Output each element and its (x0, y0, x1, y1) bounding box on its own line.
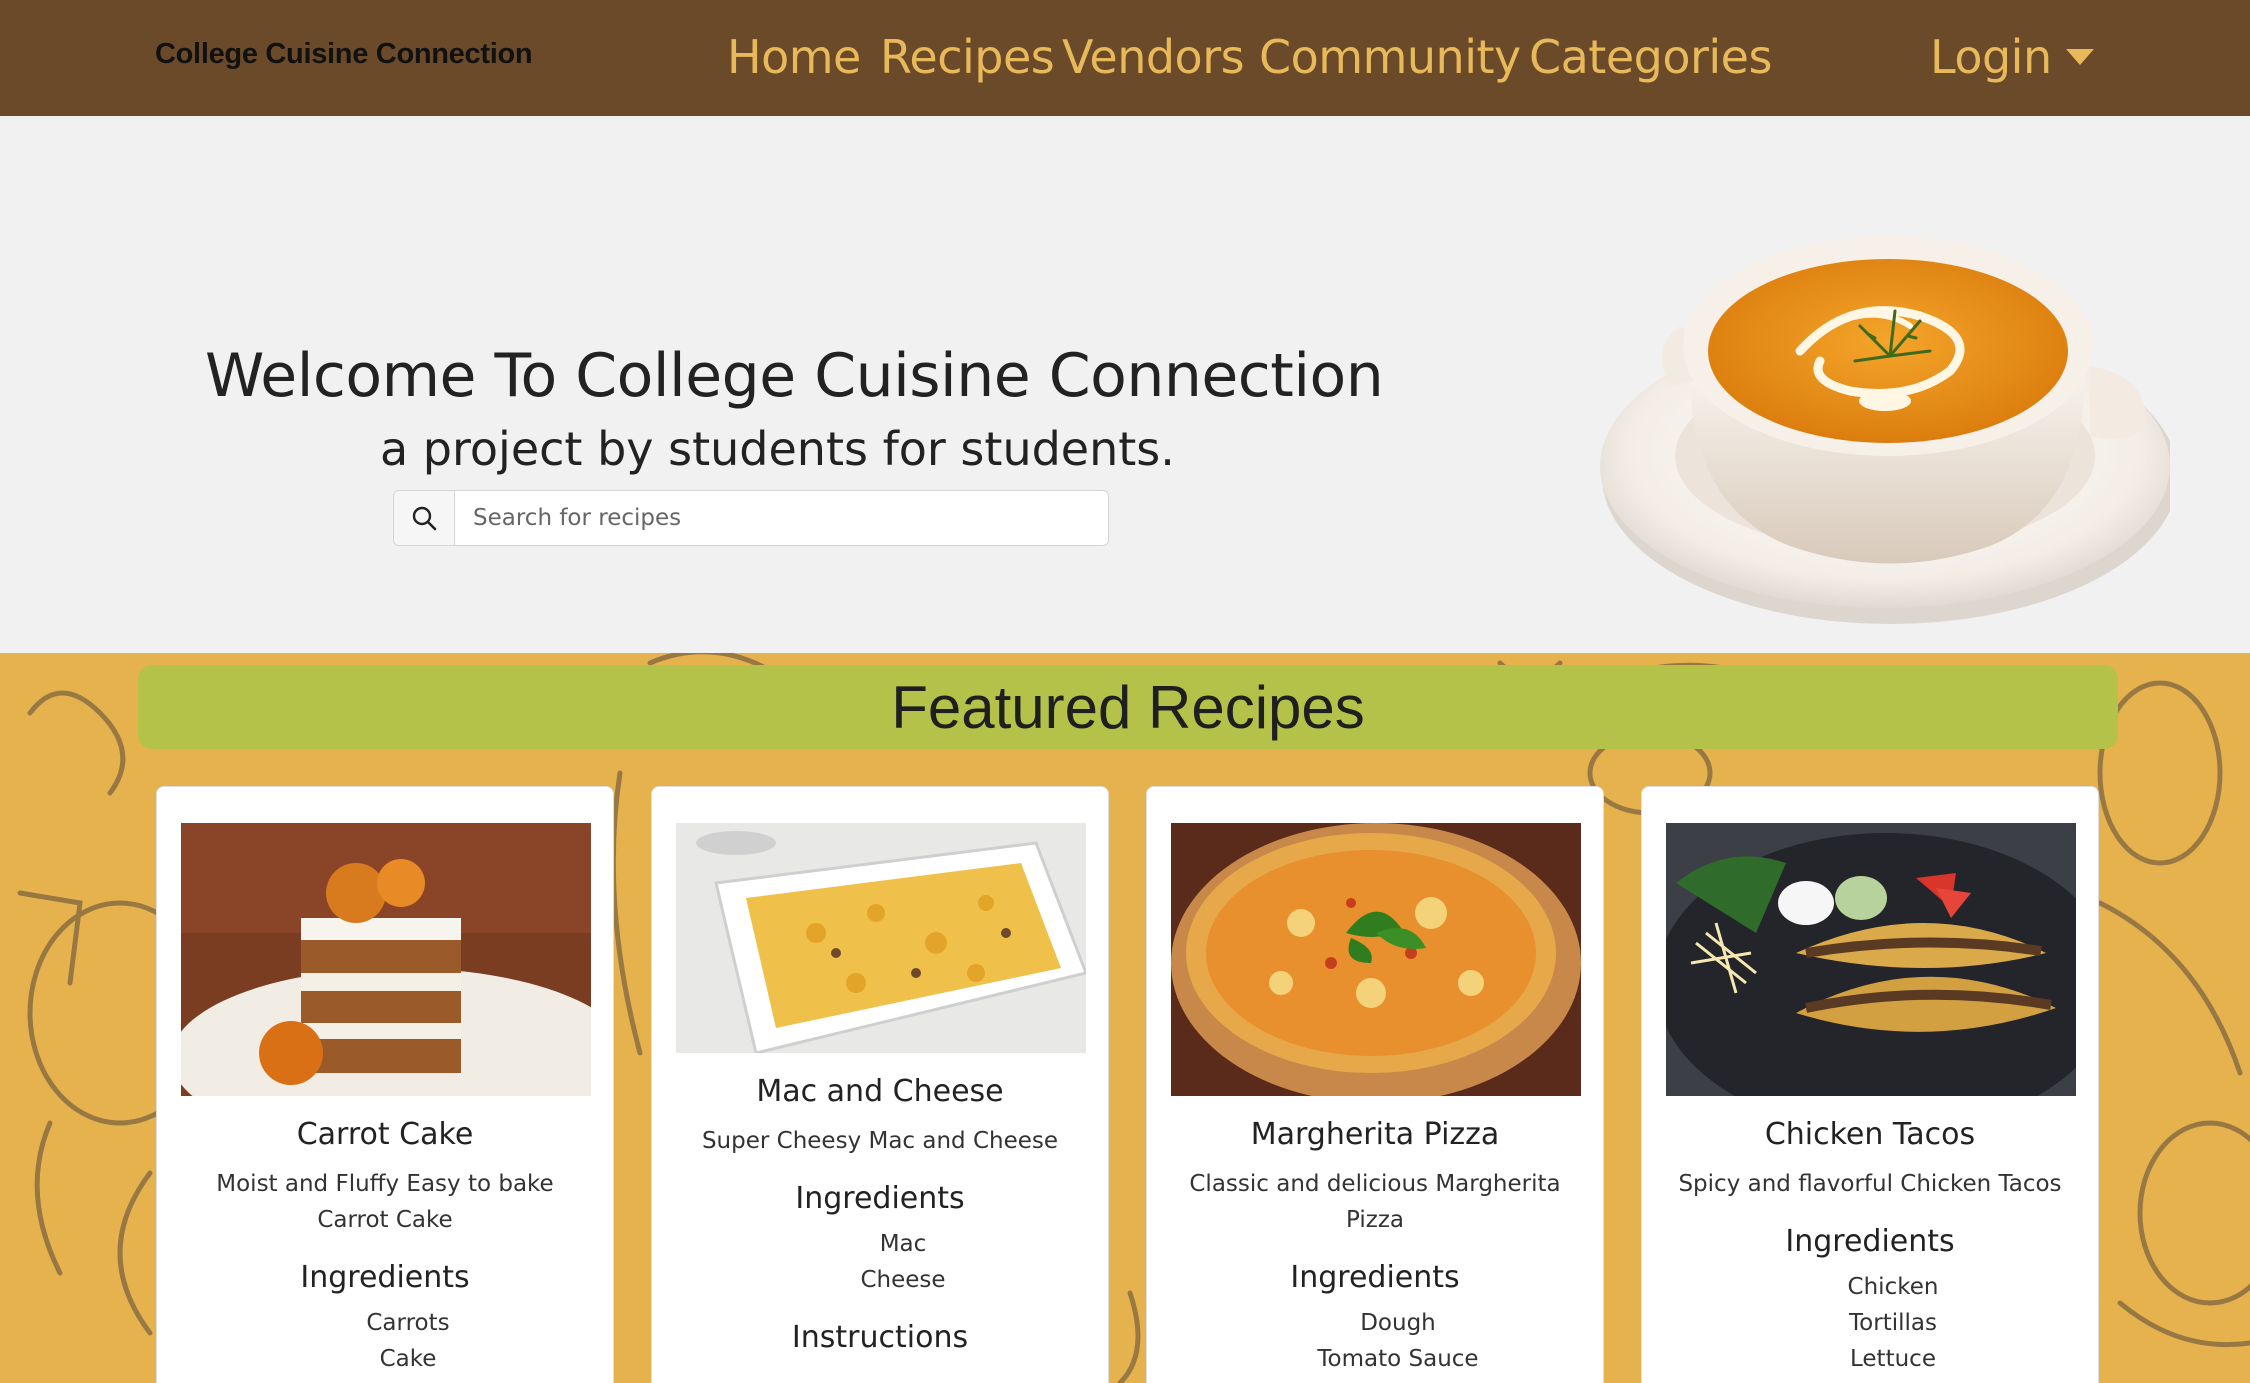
nav-community[interactable]: Community (1259, 30, 1521, 84)
ingredient-item: Cheese (860, 1267, 946, 1293)
carrot-cake-image (181, 823, 591, 1096)
pizza-image (1171, 823, 1581, 1096)
recipe-description: Spicy and flavorful Chicken Tacos (1678, 1171, 2062, 1197)
recipe-title: Carrot Cake (296, 1117, 474, 1152)
ingredients-heading: Ingredients (1290, 1260, 1460, 1295)
tacos-image (1666, 823, 2076, 1096)
recipe-title: Mac and Cheese (756, 1074, 1004, 1109)
recipe-description: Super Cheesy Mac and Cheese (701, 1128, 1059, 1154)
login-dropdown[interactable]: Login (1930, 30, 2094, 84)
recipe-card[interactable]: Margherita Pizza Classic and delicious M… (1146, 786, 1604, 1383)
navbar: College Cuisine Connection Home Recipes … (0, 0, 2250, 116)
search-button[interactable] (394, 491, 455, 545)
login-label: Login (1930, 30, 2052, 84)
instructions-heading: Instructions (791, 1320, 969, 1355)
featured-heading: Featured Recipes (891, 673, 1365, 741)
ingredient-item: Cake (379, 1346, 437, 1372)
ingredient-item: Tortillas (1849, 1310, 1937, 1336)
ingredient-item: Mac (879, 1231, 927, 1257)
ingredient-item: Tomato Sauce (1317, 1346, 1479, 1372)
recipe-description: Moist and Fluffy Easy to bake Carrot Cak… (216, 1171, 554, 1233)
brand-logo[interactable]: College Cuisine Connection (155, 38, 533, 71)
ingredients-heading: Ingredients (1785, 1224, 1955, 1259)
caret-down-icon (2065, 48, 2094, 65)
recipe-title: Margherita Pizza (1250, 1117, 1500, 1152)
ingredient-item: Chicken (1847, 1274, 1939, 1300)
recipe-card[interactable]: Chicken Tacos Spicy and flavorful Chicke… (1641, 786, 2099, 1383)
hero-title: Welcome To College Cuisine Connection (205, 341, 1384, 411)
search-input[interactable] (455, 491, 1108, 545)
hero-subtitle: a project by students for students. (380, 422, 1175, 476)
ingredients-heading: Ingredients (795, 1181, 965, 1216)
nav-home[interactable]: Home (727, 30, 861, 84)
recipe-card[interactable]: Carrot Cake Moist and Fluffy Easy to bak… (156, 786, 614, 1383)
recipe-card[interactable]: Mac and Cheese Super Cheesy Mac and Chee… (651, 786, 1109, 1383)
featured-section: Featured Recipes Carrot Cake Moist and F… (0, 653, 2250, 1383)
ingredient-item: Lettuce (1850, 1346, 1936, 1372)
ingredients-heading: Ingredients (300, 1260, 470, 1295)
nav-recipes[interactable]: Recipes (880, 30, 1055, 84)
hero-section: Welcome To College Cuisine Connection a … (0, 116, 2250, 653)
search-icon (412, 506, 437, 531)
featured-heading-banner: Featured Recipes (138, 665, 2118, 749)
recipe-description: Classic and delicious Margherita Pizza (1189, 1171, 1561, 1233)
nav-categories[interactable]: Categories (1529, 30, 1772, 84)
ingredient-item: Carrots (366, 1310, 450, 1336)
search-bar (393, 490, 1109, 546)
nav-vendors[interactable]: Vendors (1062, 30, 1245, 84)
recipe-title: Chicken Tacos (1764, 1117, 1976, 1152)
soup-bowl-image (1600, 236, 2170, 624)
mac-and-cheese-image (676, 823, 1086, 1053)
ingredient-item: Dough (1360, 1310, 1436, 1336)
